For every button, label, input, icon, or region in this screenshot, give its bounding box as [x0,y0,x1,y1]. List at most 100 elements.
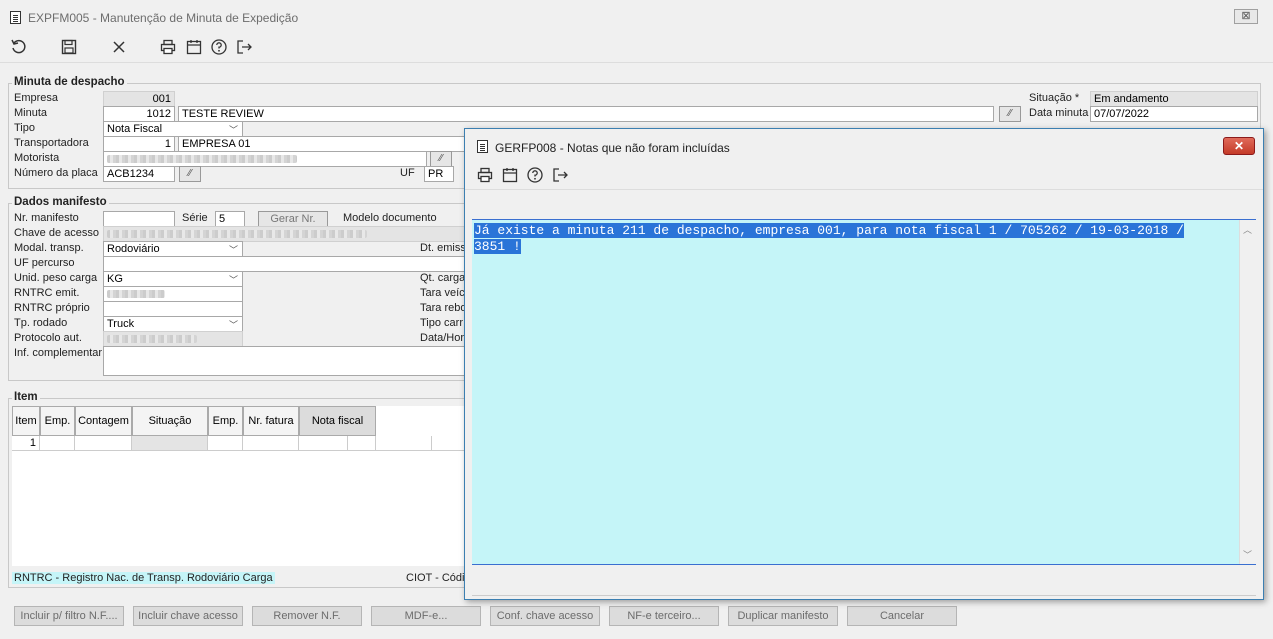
col-nr-fatura[interactable]: Nr. fatura [243,406,299,436]
data-minuta-field[interactable]: 07/07/2022 [1090,106,1258,122]
tipo-carr-label: Tipo carr [420,317,463,329]
minuta-description-field[interactable]: TESTE REVIEW [178,106,994,122]
protocolo-field [103,331,243,347]
printer-icon[interactable] [474,164,496,186]
row-fatura-cell [243,436,299,451]
close-icon[interactable] [108,36,130,58]
serie-field[interactable]: 5 [215,211,245,227]
duplicar-manifesto-button[interactable]: Duplicar manifesto [728,606,838,626]
help-icon[interactable] [208,36,230,58]
notas-dialog: GERFP008 - Notas que não foram incluídas… [464,128,1264,600]
col-emp-2[interactable]: Emp. [208,406,243,436]
transportadora-name-field: EMPRESA 01 [178,136,468,152]
exit-icon[interactable] [549,164,571,186]
remover-nf-button[interactable]: Remover N.F. [252,606,362,626]
rntrc-proprio-field[interactable] [103,301,243,317]
row-contagem-cell [75,436,132,451]
tp-rodado-select[interactable]: Truck ﹀ [103,316,243,332]
incluir-filtro-button[interactable]: Incluir p/ filtro N.F.... [14,606,124,626]
nfe-terceiro-button[interactable]: NF-e terceiro... [609,606,719,626]
calendar-icon[interactable] [183,36,205,58]
uf-label: UF [400,167,415,179]
rntrc-emit-field[interactable] [103,286,243,302]
conf-chave-button[interactable]: Conf. chave acesso [490,606,600,626]
window-close-button[interactable]: ⊠ [1234,9,1258,24]
save-icon[interactable] [58,36,80,58]
ciot-legend: CIOT - Códig [406,572,471,584]
chave-acesso-label: Chave de acesso [14,227,99,239]
uf-percurso-field[interactable] [103,256,465,272]
row-situacao-cell [132,436,208,451]
message-scrollbar[interactable]: ︿ ﹀ [1239,220,1256,564]
printer-icon[interactable] [157,36,179,58]
motorista-search-button[interactable]: ⁄⁄ [430,151,452,167]
inf-complementar-field[interactable] [103,346,465,376]
row-item-cell: 1 [12,436,40,451]
calendar-icon[interactable] [499,164,521,186]
manifesto-legend: Dados manifesto [12,196,109,208]
dialog-title: GERFP008 - Notas que não foram incluídas [495,141,730,155]
rntrc-emit-label: RNTRC emit. [14,287,80,299]
mdfe-button[interactable]: MDF-e... [371,606,481,626]
situacao-field: Em andamento [1090,91,1258,107]
help-icon[interactable] [524,164,546,186]
document-icon [477,140,488,153]
row-nf4-cell [432,436,466,451]
exit-icon[interactable] [233,36,255,58]
col-situacao[interactable]: Situação [132,406,208,436]
tipo-value: Nota Fiscal [107,123,163,135]
dialog-close-button[interactable]: ✕ [1223,137,1255,155]
row-emp-cell [40,436,75,451]
nr-manifesto-label: Nr. manifesto [14,212,79,224]
gerar-nr-button[interactable]: Gerar Nr. [258,211,328,227]
chevron-down-icon: ﹀ [228,125,238,135]
transportadora-code-field[interactable]: 1 [103,136,175,152]
tara-veic-label: Tara veíc [420,287,465,299]
situacao-label: Situação * [1029,92,1080,104]
qt-carga-label: Qt. carga [420,272,466,284]
refresh-icon[interactable] [8,36,30,58]
modal-transp-select[interactable]: Rodoviário ﹀ [103,241,243,257]
uf-field[interactable]: PR [424,166,454,182]
inf-complementar-label: Inf. complementar [14,347,103,359]
transportadora-label: Transportadora [14,137,89,149]
chevron-down-icon: ﹀ [228,245,238,255]
protocolo-label: Protocolo aut. [14,332,82,344]
placa-search-button[interactable]: ⁄⁄ [179,166,201,182]
unid-peso-value: KG [107,273,123,285]
tipo-label: Tipo [14,122,35,134]
incluir-chave-button[interactable]: Incluir chave acesso [133,606,243,626]
data-minuta-label: Data minuta [1029,107,1089,119]
document-icon [10,11,21,24]
scroll-up-icon[interactable]: ︿ [1243,223,1252,236]
minuta-legend: Minuta de despacho [12,76,127,88]
message-line-1: Já existe a minuta 211 de despacho, empr… [474,223,1184,238]
message-line-2: 3851 ! [474,239,521,254]
col-contagem[interactable]: Contagem [75,406,132,436]
message-area[interactable]: Já existe a minuta 211 de despacho, empr… [472,219,1256,565]
motorista-field[interactable] [103,151,427,167]
placa-field[interactable]: ACB1234 [103,166,175,182]
data-hora-label: Data/Hora [420,332,471,344]
cancelar-button[interactable]: Cancelar [847,606,957,626]
row-nf2-cell [348,436,376,451]
nr-manifesto-field[interactable] [103,211,175,227]
col-nota-fiscal[interactable]: Nota fiscal [299,406,376,436]
dialog-footer-divider [472,595,1256,596]
toolbar-divider [0,62,1273,63]
scroll-down-icon[interactable]: ﹀ [1243,548,1252,561]
minuta-number-field[interactable]: 1012 [103,106,175,122]
col-emp[interactable]: Emp. [40,406,75,436]
col-item[interactable]: Item [12,406,40,436]
tara-rebo-label: Tara rebo [420,302,467,314]
placa-label: Número da placa [14,167,98,179]
unid-peso-select[interactable]: KG ﹀ [103,271,243,287]
table-row[interactable]: 1 [12,436,466,451]
minuta-search-button[interactable]: ⁄⁄ [999,106,1021,122]
item-legend: Item [12,391,40,403]
tipo-select[interactable]: Nota Fiscal ﹀ [103,121,243,137]
chave-acesso-field [103,226,465,242]
unid-peso-label: Unid. peso carga [14,272,98,284]
message-text[interactable]: Já existe a minuta 211 de despacho, empr… [474,223,1238,255]
dt-emiss-label: Dt. emiss [420,242,466,254]
